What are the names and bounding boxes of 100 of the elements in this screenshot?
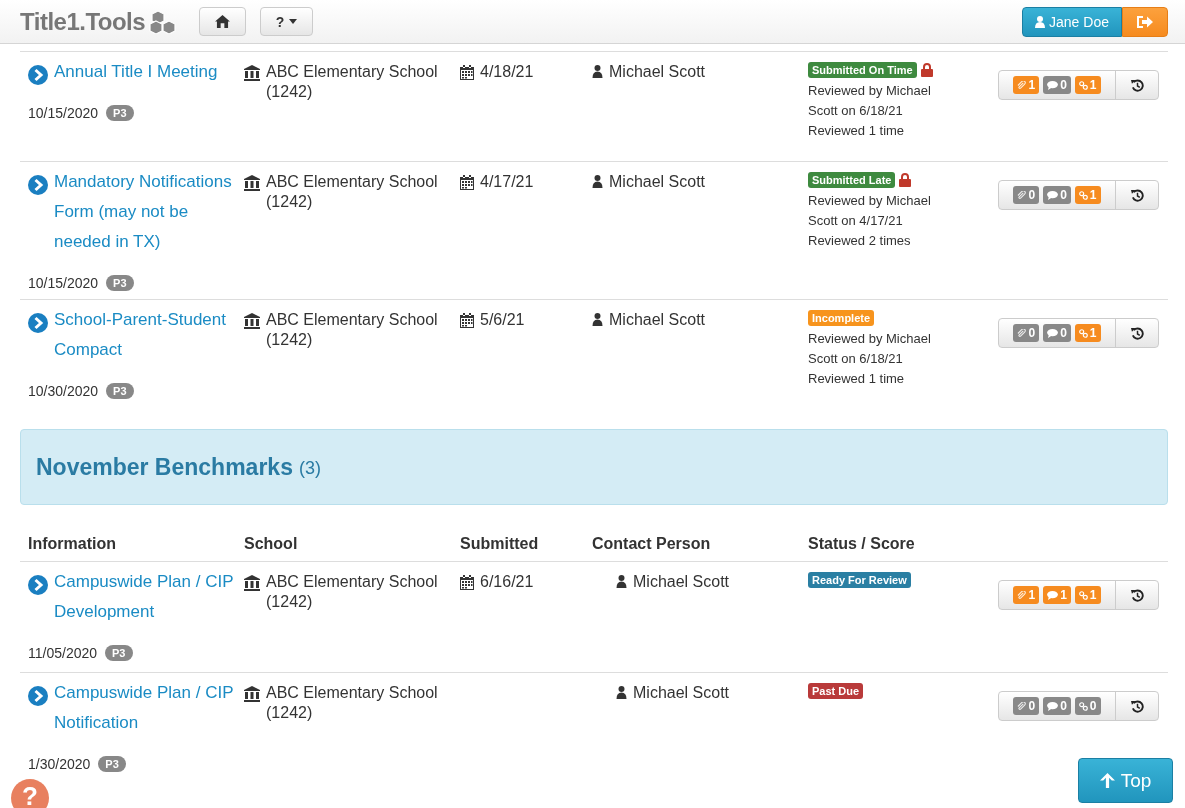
user-icon — [616, 575, 627, 588]
count-badge: 0 — [1013, 324, 1040, 342]
review-note: Reviewed 1 time — [808, 122, 906, 140]
column-header: Status / Score — [808, 535, 916, 553]
home-icon — [215, 15, 231, 28]
item-link[interactable]: Annual Title I Meeting — [54, 57, 218, 87]
item-link[interactable]: Campuswide Plan / CIP Notification — [54, 678, 244, 738]
column-header: School — [244, 535, 299, 553]
section-title: November Benchmarks — [36, 453, 293, 481]
review-note: Reviewed by Michael Scott on 6/18/21 — [808, 82, 932, 120]
calendar-icon — [460, 175, 474, 190]
calendar-icon — [460, 575, 474, 590]
due-date: 11/05/2020 — [28, 645, 98, 661]
comment-icon — [1047, 190, 1059, 200]
help-dropdown[interactable]: ? — [260, 7, 314, 36]
calendar-icon — [460, 313, 474, 328]
contact-person: Michael Scott — [609, 172, 706, 192]
bank-icon — [244, 313, 260, 329]
school-name: ABC Elementary School (1242) — [266, 572, 438, 612]
school-name: ABC Elementary School (1242) — [266, 310, 438, 350]
due-date: 10/15/2020 — [28, 275, 99, 291]
user-icon — [592, 65, 603, 78]
contact-person: Michael Scott — [633, 683, 730, 703]
priority-label: P3 — [106, 383, 134, 399]
sign-out-icon — [1136, 14, 1154, 29]
help-bubble[interactable]: ? — [11, 779, 49, 808]
paperclip-icon — [1017, 80, 1027, 90]
caret-icon — [289, 19, 298, 24]
count-badge: 1 — [1013, 586, 1040, 604]
count-badge: 1 — [1074, 186, 1101, 204]
calendar-icon — [460, 65, 474, 80]
count-badge: 0 — [1043, 76, 1071, 94]
item-link[interactable]: School-Parent-Student Compact — [54, 305, 244, 365]
review-note: Reviewed 2 times — [808, 232, 912, 250]
column-header: Information — [28, 535, 117, 553]
comment-icon — [1047, 328, 1059, 338]
chevron-circle-icon — [28, 313, 48, 333]
bank-icon — [244, 175, 260, 191]
link-icon — [1078, 701, 1088, 711]
priority-label: P3 — [105, 645, 133, 661]
bank-icon — [244, 686, 260, 702]
school-name: ABC Elementary School (1242) — [266, 683, 438, 723]
count-badge: 1 — [1013, 76, 1040, 94]
home-button[interactable] — [199, 7, 247, 36]
history-icon — [1130, 326, 1144, 340]
count-badge: 0 — [1043, 324, 1071, 342]
count-badge: 0 — [1043, 697, 1071, 715]
logout-button[interactable] — [1122, 6, 1168, 37]
chevron-circle-icon — [28, 65, 48, 85]
section-count: (3) — [298, 458, 321, 479]
comment-icon — [1047, 701, 1059, 711]
item-link[interactable]: Campuswide Plan / CIP Development — [54, 567, 244, 627]
paperclip-icon — [1017, 328, 1027, 338]
status-label: Submitted Late — [808, 172, 896, 188]
submitted-date: 4/18/21 — [480, 62, 534, 82]
history-icon — [1130, 188, 1144, 202]
review-note: Reviewed by Michael Scott on 4/17/21 — [808, 192, 932, 230]
link-icon — [1078, 328, 1088, 338]
back-to-top-button[interactable]: Top — [1078, 758, 1173, 803]
user-icon — [1035, 15, 1046, 28]
school-name: ABC Elementary School (1242) — [266, 62, 438, 102]
count-badge: 1 — [1074, 586, 1101, 604]
school-name: ABC Elementary School (1242) — [266, 172, 438, 212]
count-badge: 1 — [1043, 586, 1071, 604]
comment-icon — [1047, 80, 1059, 90]
user-icon — [616, 686, 627, 699]
user-icon — [592, 313, 603, 326]
paperclip-icon — [1017, 190, 1027, 200]
history-icon — [1130, 588, 1144, 602]
count-badge: 0 — [1013, 697, 1040, 715]
priority-label: P3 — [106, 275, 134, 291]
item-link[interactable]: Mandatory Notifications Form (may not be needed in TX) — [54, 167, 244, 257]
review-note: Reviewed by Michael Scott on 6/18/21 — [808, 330, 932, 368]
link-icon — [1078, 590, 1088, 600]
paperclip-icon — [1017, 590, 1027, 600]
user-button[interactable]: Jane Doe — [1022, 6, 1122, 37]
history-icon — [1130, 78, 1144, 92]
column-header: Submitted — [460, 535, 540, 553]
brand-title[interactable]: Title1.Tools — [20, 7, 146, 36]
count-badge: 0 — [1074, 697, 1101, 715]
due-date: 10/15/2020 — [28, 105, 99, 121]
submitted-date: 4/17/21 — [480, 172, 534, 192]
submitted-date: 5/6/21 — [480, 310, 525, 330]
paperclip-icon — [1017, 701, 1027, 711]
bank-icon — [244, 65, 260, 81]
comment-icon — [1047, 590, 1059, 600]
submitted-date: 6/16/21 — [480, 572, 534, 592]
contact-person: Michael Scott — [609, 62, 706, 82]
status-label: Incomplete — [808, 310, 875, 326]
status-label: Ready For Review — [808, 572, 911, 588]
count-badge: 1 — [1074, 324, 1101, 342]
bank-icon — [244, 575, 260, 591]
link-icon — [1078, 190, 1088, 200]
status-label: Submitted On Time — [808, 62, 917, 78]
cubes-icon — [149, 9, 178, 34]
count-badge: 1 — [1074, 76, 1101, 94]
chevron-circle-icon — [28, 175, 48, 195]
history-icon — [1130, 699, 1144, 713]
count-badge: 0 — [1013, 186, 1040, 204]
priority-label: P3 — [106, 105, 134, 121]
